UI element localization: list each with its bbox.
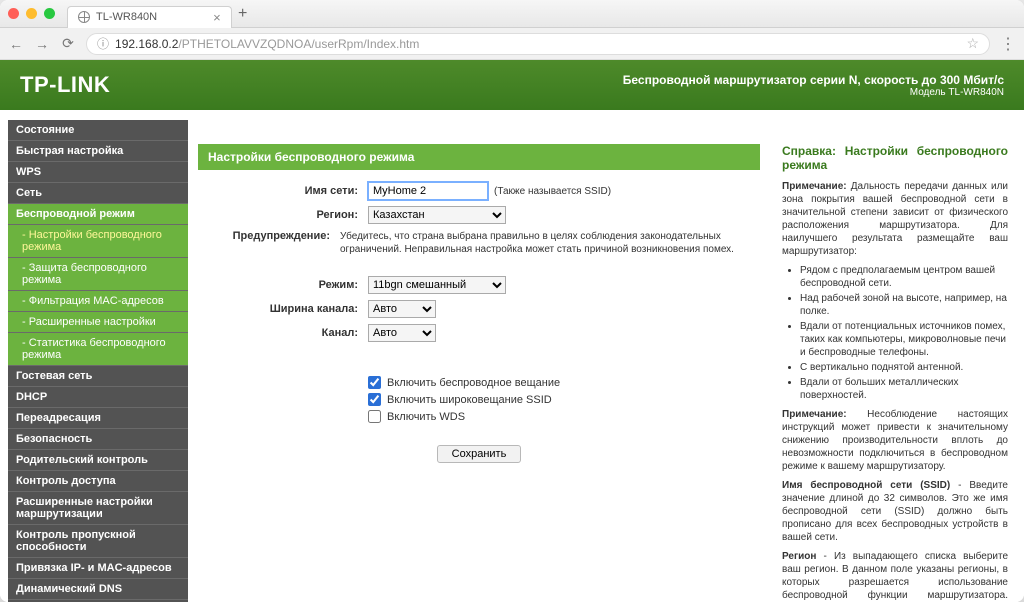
help-p1: Примечание: Примечание: Дальность переда… (782, 180, 1008, 258)
banner-title: Беспроводной маршрутизатор серии N, скор… (623, 73, 1004, 87)
maximize-window-button[interactable] (44, 8, 55, 19)
browser-menu-button[interactable]: ⋮ (1000, 34, 1016, 54)
sidebar-item[interactable]: Динамический DNS (8, 579, 188, 600)
ssid-label: Имя сети: (198, 185, 368, 197)
address-bar[interactable]: ⓘ 192.168.0.2/PTHETOLAVVZQDNOA/userRpm/I… (86, 33, 990, 55)
help-bullet: С вертикально поднятой антенной. (800, 361, 1008, 374)
help-p4: Регион - Из выпадающего списка выберите … (782, 550, 1008, 602)
sidebar-item[interactable]: Родительский контроль (8, 450, 188, 471)
wireless-form: Имя сети: (Также называется SSID) Регион… (198, 170, 760, 481)
new-tab-button[interactable]: + (232, 5, 254, 23)
sidebar-item[interactable]: Гостевая сеть (8, 366, 188, 387)
help-p3: Имя беспроводной сети (SSID) - Введите з… (782, 479, 1008, 544)
help-bullet: Рядом с предполагаемым центром вашей бес… (800, 264, 1008, 290)
help-p2: Примечание: Несоблюдение настоящих инстр… (782, 408, 1008, 473)
region-label: Регион: (198, 209, 368, 221)
sidebar-item[interactable]: Переадресация (8, 408, 188, 429)
sidebar-item[interactable]: Контроль доступа (8, 471, 188, 492)
enable-wireless-label: Включить беспроводное вещание (387, 377, 560, 389)
enable-ssid-broadcast-label: Включить широковещание SSID (387, 394, 552, 406)
help-panel: Справка: Настройки беспроводного режима … (774, 120, 1016, 602)
router-banner: TP-LINK Беспроводной маршрутизатор серии… (0, 60, 1024, 110)
help-bullet: Вдали от больших металлических поверхнос… (800, 376, 1008, 402)
url-path: /PTHETOLAVVZQDNOA/userRpm/Index.htm (178, 37, 419, 51)
sidebar-item[interactable]: Быстрая настройка (8, 141, 188, 162)
sidebar-item[interactable]: DHCP (8, 387, 188, 408)
sidebar-item[interactable]: Статистика беспроводного режима (8, 333, 188, 366)
close-tab-icon[interactable]: × (213, 10, 221, 25)
sidebar-item[interactable]: Фильтрация MAC-адресов (8, 291, 188, 312)
sidebar-item[interactable]: Безопасность (8, 429, 188, 450)
sidebar-item[interactable]: Расширенные настройки (8, 312, 188, 333)
enable-wds-label: Включить WDS (387, 411, 465, 423)
sidebar-item[interactable]: Сеть (8, 183, 188, 204)
chwidth-select[interactable]: Авто (368, 300, 436, 318)
sidebar-item[interactable]: Состояние (8, 120, 188, 141)
url-host: 192.168.0.2 (115, 37, 178, 51)
info-icon: ⓘ (97, 35, 109, 52)
back-button[interactable]: ← (8, 36, 24, 52)
warning-label: Предупреждение: (198, 230, 340, 242)
globe-icon (78, 11, 90, 23)
sidebar: СостояниеБыстрая настройкаWPSСетьБеспров… (8, 120, 188, 602)
sidebar-item[interactable]: Расширенные настройки маршрутизации (8, 492, 188, 525)
content-area: СостояниеБыстрая настройкаWPSСетьБеспров… (0, 110, 1024, 602)
banner-model: Модель TL-WR840N (623, 87, 1004, 98)
sidebar-item[interactable]: Контроль пропускной способности (8, 525, 188, 558)
help-bullet: Вдали от потенциальных источников помех,… (800, 320, 1008, 359)
browser-window: TL-WR840N × + ← → ⟳ ⓘ 192.168.0.2/PTHETO… (0, 0, 1024, 602)
sidebar-item[interactable]: Настройки беспроводного режима (8, 225, 188, 258)
close-window-button[interactable] (8, 8, 19, 19)
window-titlebar: TL-WR840N × + (0, 0, 1024, 28)
chwidth-label: Ширина канала: (198, 303, 368, 315)
tab-title: TL-WR840N (96, 11, 157, 23)
mode-select[interactable]: 11bgn смешанный (368, 276, 506, 294)
tab-row: TL-WR840N × + (67, 0, 1016, 27)
region-select[interactable]: Казахстан (368, 206, 506, 224)
brand-logo: TP-LINK (20, 72, 110, 98)
channel-select[interactable]: Авто (368, 324, 436, 342)
enable-wds-checkbox[interactable] (368, 410, 381, 423)
help-bullet: Над рабочей зоной на высоте, например, н… (800, 292, 1008, 318)
mode-label: Режим: (198, 279, 368, 291)
forward-button[interactable]: → (34, 36, 50, 52)
sidebar-item[interactable]: WPS (8, 162, 188, 183)
minimize-window-button[interactable] (26, 8, 37, 19)
panel-title: Настройки беспроводного режима (198, 144, 760, 170)
sidebar-item[interactable]: Защита беспроводного режима (8, 258, 188, 291)
help-bullets: Рядом с предполагаемым центром вашей бес… (800, 264, 1008, 402)
main-panel: Настройки беспроводного режима Имя сети:… (198, 120, 764, 602)
bookmark-icon[interactable]: ☆ (966, 35, 979, 52)
reload-button[interactable]: ⟳ (60, 35, 76, 52)
save-button[interactable]: Сохранить (437, 445, 522, 463)
ssid-input[interactable] (368, 182, 488, 200)
warning-text: Убедитесь, что страна выбрана правильно … (340, 230, 760, 256)
sidebar-item[interactable]: Беспроводной режим (8, 204, 188, 225)
sidebar-item[interactable]: Привязка IP- и MAC-адресов (8, 558, 188, 579)
enable-wireless-checkbox[interactable] (368, 376, 381, 389)
traffic-lights (8, 8, 55, 19)
enable-ssid-broadcast-checkbox[interactable] (368, 393, 381, 406)
help-title: Справка: Настройки беспроводного режима (782, 144, 1008, 172)
banner-subtitle: Беспроводной маршрутизатор серии N, скор… (623, 73, 1004, 98)
channel-label: Канал: (198, 327, 368, 339)
address-bar-row: ← → ⟳ ⓘ 192.168.0.2/PTHETOLAVVZQDNOA/use… (0, 28, 1024, 60)
browser-tab[interactable]: TL-WR840N × (67, 6, 232, 28)
ssid-hint: (Также называется SSID) (494, 186, 611, 197)
